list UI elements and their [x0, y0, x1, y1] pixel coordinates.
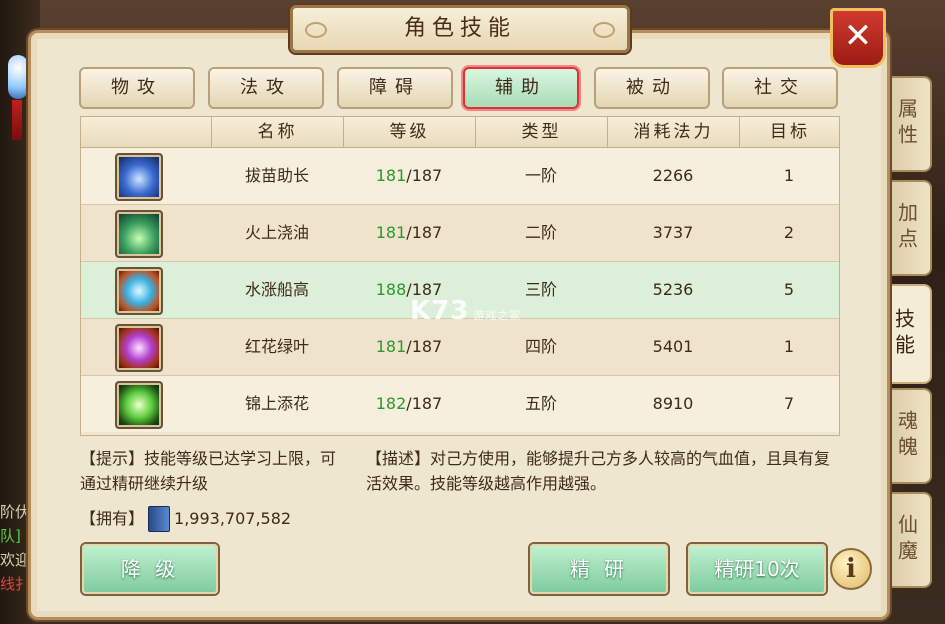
column-header-mana-cost: 消耗法力	[607, 117, 739, 147]
skill-name: 红花绿叶	[244, 337, 309, 356]
owned-label: 【拥有】	[80, 509, 145, 528]
level-max: /187	[406, 337, 443, 356]
tab-physical-attack[interactable]: 物攻	[79, 67, 195, 109]
table-row[interactable]: 红花绿叶 181/187 四阶 5401 1	[81, 319, 839, 376]
skill-target: 1	[783, 337, 795, 356]
level-current: 182	[375, 394, 407, 413]
level-current: 181	[375, 166, 407, 185]
close-button[interactable]: ✕	[830, 8, 886, 68]
side-tab-soul[interactable]: 魂魄	[884, 388, 932, 484]
refine-button[interactable]: 精 研	[530, 544, 668, 594]
skill-description: 【描述】对己方使用，能够提升己方多人较高的气血值，且具有复活效果。技能等级越高作…	[366, 449, 831, 493]
skill-mana-cost: 5401	[652, 337, 694, 356]
column-header-icon	[81, 117, 211, 147]
owned-amount: 1,993,707,582	[174, 509, 292, 528]
level-max: /187	[406, 223, 443, 242]
skill-name: 水涨船高	[244, 280, 309, 299]
table-row[interactable]: 锦上添花 182/187 五阶 8910 7	[81, 376, 839, 432]
skill-type: 四阶	[524, 337, 557, 356]
skill-mana-cost: 2266	[652, 166, 694, 185]
hint-text: 【提示】技能等级已达学习上限，可通过精研继续升级	[80, 449, 337, 493]
skill-name: 拔苗助长	[244, 166, 309, 185]
gourd-icon[interactable]	[8, 55, 28, 99]
level-max: /187	[406, 166, 443, 185]
skill-level: 181/187	[343, 148, 475, 204]
skill-type: 五阶	[524, 394, 557, 413]
level-current: 181	[375, 337, 407, 356]
tab-magic-attack[interactable]: 法攻	[208, 67, 324, 109]
column-header-name: 名称	[211, 117, 343, 147]
owned-currency: 【拥有】 1,993,707,582	[80, 506, 291, 532]
water-lotus-icon	[115, 267, 163, 315]
watermark-subtext: 游戏之家	[473, 309, 522, 322]
skill-level: 181/187	[343, 205, 475, 261]
watermark-text: K73	[410, 296, 470, 326]
column-header-type: 类型	[475, 117, 607, 147]
skill-name: 锦上添花	[244, 394, 309, 413]
wing-magic-icon	[115, 153, 163, 201]
window-title-plate: 角色技能	[290, 5, 630, 53]
sprout-magic-icon	[115, 210, 163, 258]
skill-level: 181/187	[343, 319, 475, 375]
column-header-target: 目标	[739, 117, 840, 147]
downgrade-button[interactable]: 降 级	[82, 544, 218, 594]
side-tab-points[interactable]: 加点	[884, 180, 932, 276]
table-header: 名称 等级 类型 消耗法力 目标	[81, 117, 839, 148]
table-row[interactable]: 火上浇油 181/187 二阶 3737 2	[81, 205, 839, 262]
book-icon	[148, 506, 171, 532]
side-tab-immortal-demon[interactable]: 仙魔	[884, 492, 932, 588]
swirl-ornament-icon	[593, 22, 615, 38]
skill-mana-cost: 5236	[652, 280, 694, 299]
table-row[interactable]: 拔苗助长 181/187 一阶 2266 1	[81, 148, 839, 205]
skill-type: 二阶	[524, 223, 557, 242]
window-title: 角色技能	[403, 16, 516, 41]
tab-social[interactable]: 社交	[722, 67, 838, 109]
column-header-level: 等级	[343, 117, 475, 147]
level-current: 181	[375, 223, 407, 242]
purple-flower-icon	[115, 324, 163, 372]
level-current: 188	[375, 280, 407, 299]
skill-mana-cost: 8910	[652, 394, 694, 413]
side-tab-attributes[interactable]: 属性	[884, 76, 932, 172]
skill-mana-cost: 3737	[652, 223, 694, 242]
tab-obstruction[interactable]: 障碍	[337, 67, 453, 109]
skill-level: 182/187	[343, 376, 475, 432]
tassel-decoration	[12, 100, 22, 140]
level-max: /187	[406, 394, 443, 413]
green-blossom-icon	[115, 381, 163, 429]
skill-target: 2	[783, 223, 795, 242]
skill-target: 7	[783, 394, 795, 413]
skill-type: 一阶	[524, 166, 557, 185]
refine-10-times-button[interactable]: 精研10次	[688, 544, 826, 594]
info-icon[interactable]: i	[830, 548, 872, 590]
skill-target: 1	[783, 166, 795, 185]
tab-passive[interactable]: 被动	[594, 67, 710, 109]
skill-name: 火上浇油	[244, 223, 309, 242]
skill-target: 5	[783, 280, 795, 299]
watermark-logo: K73 游戏之家	[410, 296, 521, 326]
swirl-ornament-icon	[305, 22, 327, 38]
skills-table: 名称 等级 类型 消耗法力 目标 拔苗助长 181/187 一阶 2266 1 …	[80, 116, 840, 436]
tab-support[interactable]: 辅助	[463, 67, 579, 109]
